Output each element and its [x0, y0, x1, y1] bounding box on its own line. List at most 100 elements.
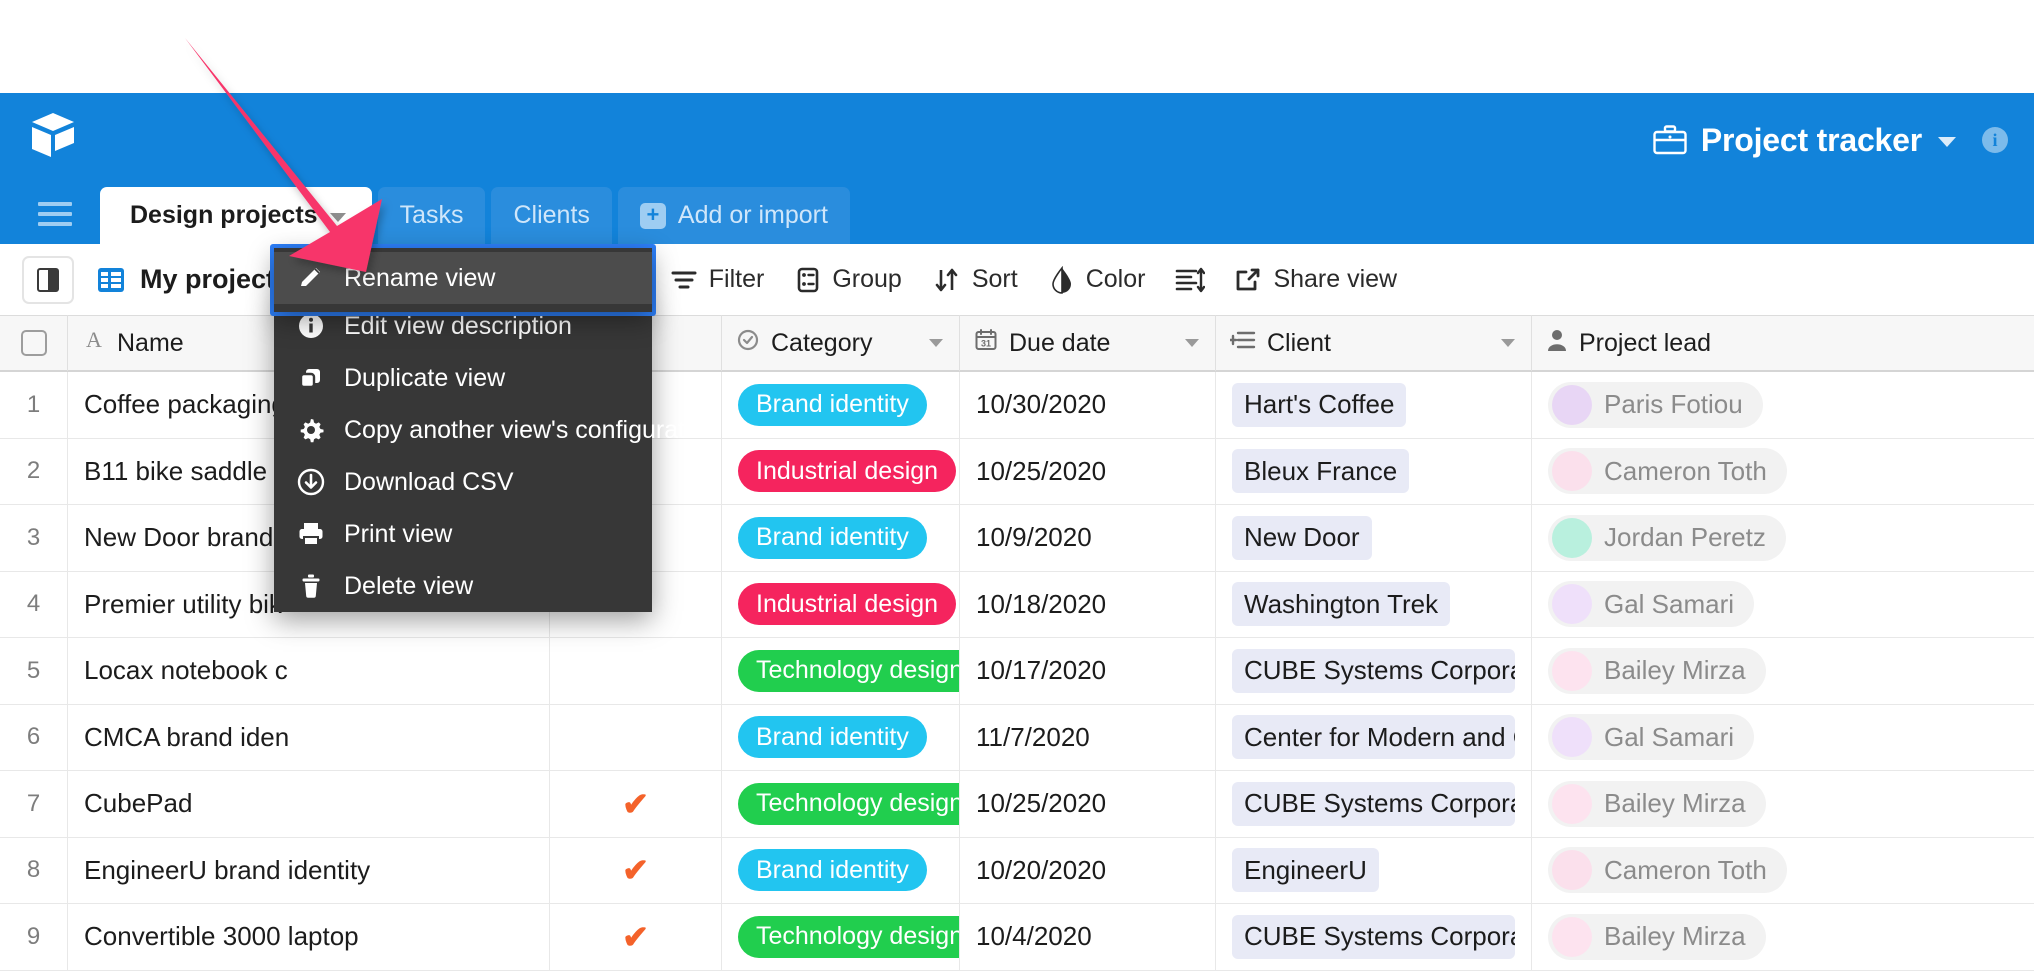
row-number[interactable]: 5 [0, 638, 68, 705]
sort-button[interactable]: Sort [918, 254, 1034, 306]
menu-item-download-csv[interactable]: Download CSV [274, 456, 652, 508]
cell-project-lead[interactable]: Bailey Mirza [1532, 904, 2034, 971]
chevron-down-icon[interactable] [929, 339, 943, 347]
row-number[interactable]: 4 [0, 571, 68, 638]
table-row[interactable]: 9Convertible 3000 laptop✔Technology desi… [0, 904, 2034, 971]
row-number[interactable]: 3 [0, 505, 68, 572]
cell-category[interactable]: Brand identity [722, 372, 960, 439]
cell-due-date[interactable]: 10/9/2020 [960, 505, 1216, 572]
cell-due-date[interactable]: 10/20/2020 [960, 837, 1216, 904]
table-tab-bar: Design projects Tasks Clients + Add or i… [0, 187, 2034, 244]
cell-client[interactable]: CUBE Systems Corporation [1216, 771, 1532, 838]
cell-due-date[interactable]: 11/7/2020 [960, 704, 1216, 771]
cell-category[interactable]: Brand identity [722, 837, 960, 904]
cell-client[interactable]: Center for Modern and Contem [1216, 704, 1532, 771]
cell-project-lead[interactable]: Bailey Mirza [1532, 771, 2034, 838]
cell-project-lead[interactable]: Cameron Toth [1532, 837, 2034, 904]
cell-project-lead[interactable]: Paris Fotiou [1532, 372, 2034, 439]
cell-name[interactable]: Locax notebook c [68, 638, 550, 705]
share-view-button[interactable]: Share view [1219, 254, 1413, 306]
cell-category[interactable]: Brand identity [722, 505, 960, 572]
row-number[interactable]: 1 [0, 372, 68, 439]
cell-due-date[interactable]: 10/18/2020 [960, 571, 1216, 638]
cell-due-date[interactable]: 10/25/2020 [960, 438, 1216, 505]
cell-due-date[interactable]: 10/25/2020 [960, 771, 1216, 838]
cell-project-lead[interactable]: Gal Samari [1532, 571, 2034, 638]
row-number[interactable]: 9 [0, 904, 68, 971]
tab-tasks[interactable]: Tasks [378, 187, 486, 244]
select-all-checkbox[interactable] [0, 315, 68, 371]
cell-due-date[interactable]: 10/4/2020 [960, 904, 1216, 971]
cell-done[interactable]: ✔ [550, 837, 722, 904]
cell-client[interactable]: Washington Trek [1216, 571, 1532, 638]
cell-category[interactable]: Technology design [722, 638, 960, 705]
cell-category[interactable]: Technology design [722, 904, 960, 971]
cell-category[interactable]: Industrial design [722, 571, 960, 638]
column-header-project-lead[interactable]: Project lead [1532, 315, 2034, 371]
cell-category[interactable]: Technology design [722, 771, 960, 838]
table-row[interactable]: 7CubePad✔Technology design10/25/2020CUBE… [0, 771, 2034, 838]
chevron-down-icon[interactable] [1501, 339, 1515, 347]
cell-name[interactable]: Convertible 3000 laptop [68, 904, 550, 971]
table-row[interactable]: 5Locax notebook c Technology design10/17/… [0, 638, 2034, 705]
tab-clients[interactable]: Clients [491, 187, 611, 244]
menu-item-copy-another-view-s-configuration[interactable]: Copy another view's configuration [274, 404, 652, 456]
filter-icon [671, 268, 697, 292]
cell-client[interactable]: CUBE Systems Corporation [1216, 904, 1532, 971]
table-row[interactable]: 6CMCA brand iden Brand identity11/7/2020C… [0, 705, 2034, 772]
airtable-cube-logo[interactable] [30, 111, 76, 163]
menu-item-rename-view[interactable]: Rename view [274, 252, 652, 304]
cell-done[interactable]: ✔ [550, 771, 722, 838]
hamburger-menu-icon[interactable] [38, 199, 72, 229]
client-pill: New Door [1232, 516, 1372, 560]
cell-client[interactable]: Hart's Coffee [1216, 372, 1532, 439]
cell-project-lead[interactable]: Jordan Peretz [1532, 505, 2034, 572]
cell-project-lead[interactable]: Bailey Mirza [1532, 638, 2034, 705]
menu-item-label: Print view [344, 520, 452, 549]
filter-button[interactable]: Filter [655, 254, 781, 306]
tab-add-or-import[interactable]: + Add or import [618, 187, 850, 244]
column-header-client[interactable]: Client [1216, 315, 1532, 371]
info-icon[interactable]: i [1982, 127, 2008, 153]
current-view-chip[interactable]: My projects [96, 264, 290, 295]
menu-item-print-view[interactable]: Print view [274, 508, 652, 560]
row-number[interactable]: 7 [0, 771, 68, 838]
column-header-category[interactable]: Category [722, 315, 960, 371]
cell-done[interactable] [550, 638, 722, 705]
group-button[interactable]: Group [780, 254, 917, 306]
row-height-button[interactable] [1161, 254, 1219, 306]
menu-item-duplicate-view[interactable]: Duplicate view [274, 352, 652, 404]
cell-category[interactable]: Brand identity [722, 704, 960, 771]
cell-category[interactable]: Industrial design [722, 438, 960, 505]
client-pill: CUBE Systems Corporation [1232, 649, 1515, 693]
cell-project-lead[interactable]: Cameron Toth [1532, 438, 2034, 505]
row-number[interactable]: 2 [0, 438, 68, 505]
cell-client[interactable]: CUBE Systems Corporation [1216, 638, 1532, 705]
chevron-down-icon[interactable] [1185, 339, 1199, 347]
chevron-down-icon[interactable] [330, 213, 346, 222]
column-header-label: Client [1267, 329, 1331, 358]
cell-name[interactable]: EngineerU brand identity [68, 837, 550, 904]
chevron-down-icon[interactable] [1938, 137, 1956, 147]
cell-done[interactable]: ✔ [550, 904, 722, 971]
menu-item-delete-view[interactable]: Delete view [274, 560, 652, 612]
column-header-label: Project lead [1579, 329, 1711, 358]
cell-project-lead[interactable]: Gal Samari [1532, 704, 2034, 771]
row-number[interactable]: 6 [0, 704, 68, 771]
cell-name[interactable]: CMCA brand iden [68, 704, 550, 771]
row-number[interactable]: 8 [0, 837, 68, 904]
cell-due-date[interactable]: 10/17/2020 [960, 638, 1216, 705]
cell-client[interactable]: Bleux France [1216, 438, 1532, 505]
cell-due-date[interactable]: 10/30/2020 [960, 372, 1216, 439]
check-icon: ✔ [622, 854, 649, 886]
sidebar-panel-icon[interactable] [22, 256, 74, 304]
color-button[interactable]: Color [1034, 254, 1162, 306]
cell-client[interactable]: EngineerU [1216, 837, 1532, 904]
cell-name[interactable]: CubePad [68, 771, 550, 838]
cell-client[interactable]: New Door [1216, 505, 1532, 572]
tab-design-projects[interactable]: Design projects [100, 187, 372, 244]
cell-done[interactable] [550, 704, 722, 771]
column-header-due-date[interactable]: 31 Due date [960, 315, 1216, 371]
table-row[interactable]: 8EngineerU brand identity ✔ Brand identity… [0, 838, 2034, 905]
base-title-group[interactable]: Project tracker i [1653, 93, 2034, 187]
